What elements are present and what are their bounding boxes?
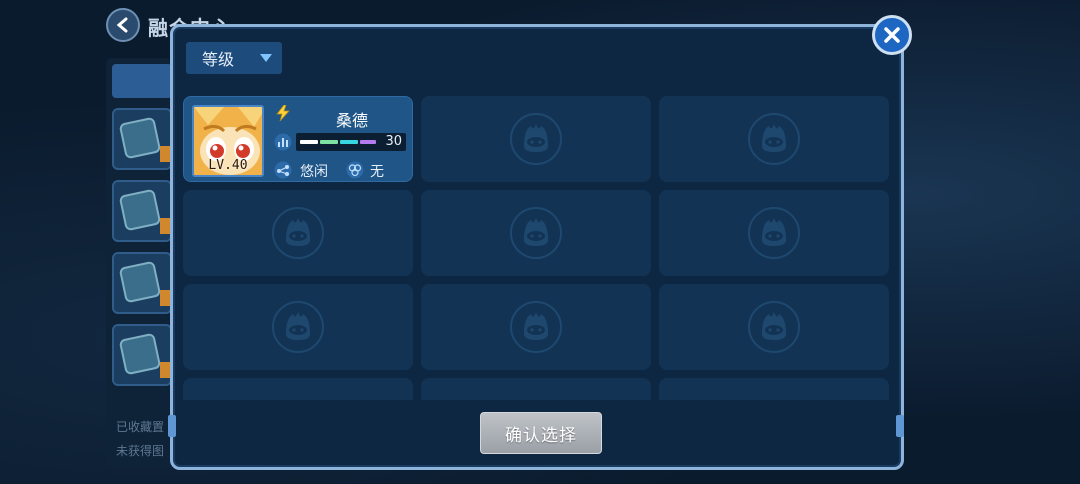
stat-segment-white [300, 140, 318, 144]
close-icon [884, 27, 900, 43]
close-button[interactable] [872, 15, 912, 55]
empty-slot[interactable] [659, 378, 889, 400]
empty-slot[interactable] [659, 190, 889, 276]
sort-dropdown[interactable]: 等级 [186, 42, 282, 74]
background-item-card[interactable] [112, 108, 172, 170]
placeholder-pet-icon [272, 301, 324, 353]
placeholder-pet-icon [748, 301, 800, 353]
dialog-side-notch [896, 415, 904, 437]
share-nodes-icon [274, 161, 292, 179]
pet-trait-feature: 无 [370, 164, 384, 180]
gem-icon [118, 188, 162, 232]
stat-value: 30 [385, 134, 402, 149]
back-arrow-icon [116, 17, 128, 33]
pet-name: 桑德 [335, 111, 368, 130]
empty-slot[interactable] [421, 284, 651, 370]
empty-slot[interactable] [183, 284, 413, 370]
lightning-bolt-icon [276, 105, 290, 121]
placeholder-pet-icon [510, 207, 562, 259]
placeholder-pet-icon [748, 207, 800, 259]
empty-slot[interactable] [421, 190, 651, 276]
pet-portrait: LV.40 [192, 105, 264, 177]
tag-marker [160, 362, 170, 378]
placeholder-pet-icon [510, 113, 562, 165]
chevron-down-icon [260, 54, 272, 62]
stat-segment-cyan [340, 140, 358, 144]
pet-card[interactable]: LV.40 桑德 30 悠闲 无 [183, 96, 413, 182]
empty-slot[interactable] [659, 284, 889, 370]
empty-slot[interactable] [183, 378, 413, 400]
placeholder-pet-icon [748, 113, 800, 165]
background-footer-text: 已收藏置 [116, 420, 165, 434]
stats-bars-icon [274, 133, 292, 151]
stat-segment-purple [360, 140, 376, 144]
background-footer-text: 未获得图 [116, 444, 165, 458]
stat-bar: 30 [296, 133, 406, 151]
sort-dropdown-value: 等级 [202, 50, 235, 69]
background-item-card[interactable] [112, 252, 172, 314]
gene-icon [346, 161, 364, 179]
empty-slot[interactable] [659, 96, 889, 182]
pet-trait-nature: 悠闲 [300, 164, 328, 180]
placeholder-pet-icon [272, 207, 324, 259]
gem-icon [118, 260, 162, 304]
tag-marker [160, 218, 170, 234]
dialog-side-notch [168, 415, 176, 437]
gem-icon [118, 332, 162, 376]
empty-slot[interactable] [183, 190, 413, 276]
background-tab[interactable] [112, 64, 172, 98]
gem-icon [118, 116, 162, 160]
back-button[interactable] [106, 8, 140, 42]
stat-segment-green [320, 140, 338, 144]
confirm-selection-button[interactable]: 确认选择 [480, 412, 602, 454]
tag-marker [160, 146, 170, 162]
empty-slot[interactable] [421, 96, 651, 182]
background-item-card[interactable] [112, 180, 172, 242]
pet-grid: LV.40 桑德 30 悠闲 无 [183, 96, 893, 400]
pet-level: LV.40 [208, 158, 248, 173]
empty-slot[interactable] [421, 378, 651, 400]
background-item-card[interactable] [112, 324, 172, 386]
tag-marker [160, 290, 170, 306]
placeholder-pet-icon [510, 301, 562, 353]
